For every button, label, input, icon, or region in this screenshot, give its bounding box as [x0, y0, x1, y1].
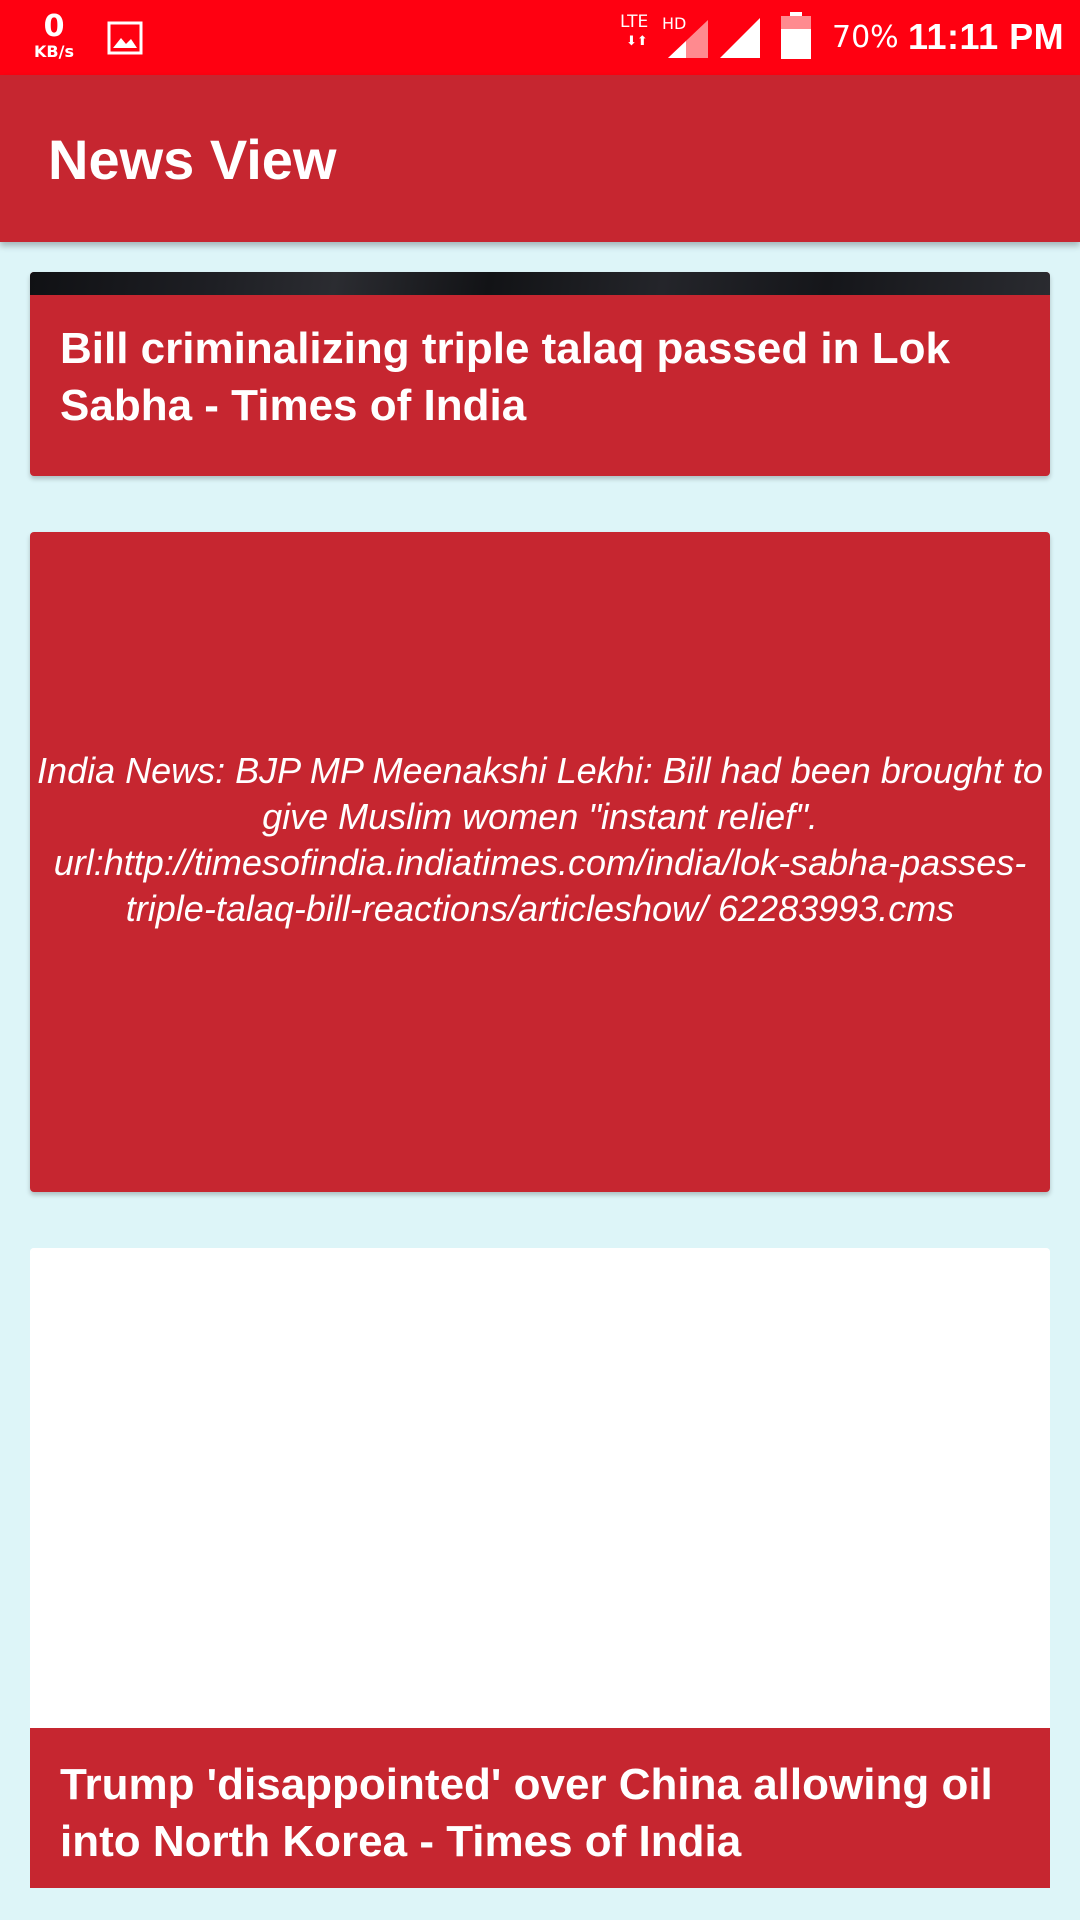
- network-speed-unit: KB/s: [34, 42, 74, 61]
- battery-icon: [781, 12, 811, 59]
- news-caption: Trump 'disappointed' over China allowing…: [30, 1728, 1050, 1888]
- network-speed-indicator: 0 KB/s: [26, 12, 82, 60]
- network-type-label: LTE: [620, 12, 649, 32]
- news-card[interactable]: India News: BJP MP Meenakshi Lekhi: Bill…: [30, 532, 1050, 1192]
- status-clock: 11:11 PM: [908, 16, 1065, 57]
- signal-sim1-icon: [668, 20, 708, 58]
- news-card[interactable]: Trump 'disappointed' over China allowing…: [30, 1248, 1050, 1888]
- signal-sim2-icon: [720, 18, 760, 58]
- lte-indicator: LTE ⬇⬆: [620, 12, 649, 49]
- news-title: Bill criminalizing triple talaq passed i…: [60, 324, 950, 430]
- news-card[interactable]: Bill criminalizing triple talaq passed i…: [30, 272, 1050, 476]
- status-bar: 0 KB/s LTE ⬇⬆ HD 70% 11:11 PM: [0, 0, 1080, 75]
- news-thumbnail: [30, 272, 1050, 295]
- news-title: Trump 'disappointed' over China allowing…: [60, 1760, 993, 1866]
- news-description: India News: BJP MP Meenakshi Lekhi: Bill…: [37, 750, 1043, 929]
- app-bar: News View: [0, 75, 1080, 242]
- data-activity-icon: ⬇⬆: [626, 34, 648, 49]
- network-speed-value: 0: [43, 9, 65, 44]
- news-thumbnail: [30, 1248, 1050, 1728]
- page-title: News View: [48, 128, 337, 191]
- battery-percent: 70%: [832, 20, 899, 55]
- gallery-icon: [107, 21, 143, 55]
